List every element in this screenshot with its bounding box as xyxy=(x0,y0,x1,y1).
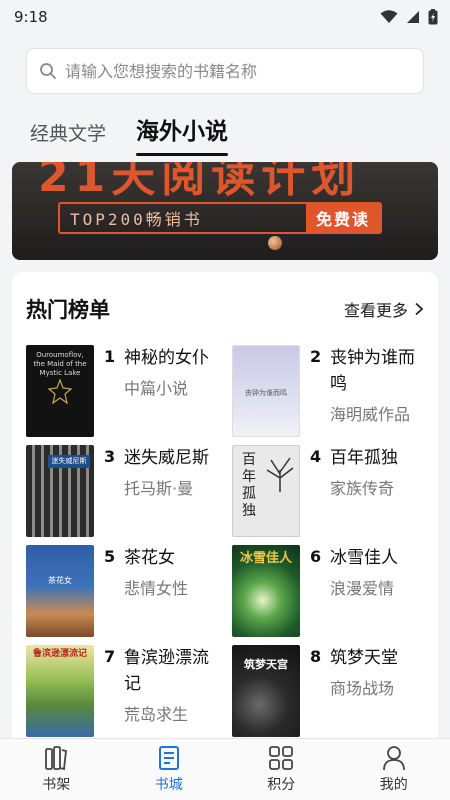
book-subtitle: 家族传奇 xyxy=(330,479,395,498)
rank-number: 6 xyxy=(310,547,322,566)
cover-text: 丧钟为谁而鸣 xyxy=(245,389,287,397)
see-more-label: 查看更多 xyxy=(343,301,408,320)
banner-pill: TOP200畅销书 免费读 xyxy=(58,202,382,234)
cover-text: 茶花女 xyxy=(48,576,72,585)
banner-pill-badge: 免费读 xyxy=(305,204,380,232)
banner-pill-text: TOP200畅销书 xyxy=(70,210,203,229)
book-subtitle: 浪漫爱情 xyxy=(330,579,395,598)
cell-signal-icon xyxy=(407,11,419,23)
battery-icon xyxy=(428,9,438,25)
book-subtitle: 中篇小说 xyxy=(124,379,189,398)
cover-text: 鲁滨逊漂流记 xyxy=(32,649,87,659)
tab-overseas-novels[interactable]: 海外小说 xyxy=(136,112,229,156)
book-cover: 冰雪佳人 xyxy=(232,545,300,637)
book-subtitle: 悲情女性 xyxy=(124,579,189,598)
status-time: 9:18 xyxy=(14,8,48,26)
nav-bookshelf[interactable]: 书架 xyxy=(16,745,96,794)
points-grid-icon xyxy=(269,746,294,770)
book-item[interactable]: Ouroumoflov, the Maid of the Mystic Lake… xyxy=(26,345,226,437)
status-bar: 9:18 xyxy=(0,0,450,34)
wifi-icon xyxy=(380,10,398,23)
rank-number: 5 xyxy=(104,547,116,566)
tab-classic-literature[interactable]: 经典文学 xyxy=(30,119,106,156)
rank-number: 3 xyxy=(104,447,116,466)
bookstore-icon xyxy=(158,746,179,770)
cover-tree-icon xyxy=(266,457,294,492)
book-title: 鲁滨逊漂流记 xyxy=(124,648,209,694)
book-item[interactable]: 迷失威尼斯 3 迷失威尼斯 托马斯·曼 xyxy=(26,445,226,537)
book-item[interactable]: 丧钟为谁而鸣 2 丧钟为谁而鸣 海明威作品 xyxy=(232,345,432,437)
book-item[interactable]: 茶花女 5 茶花女 悲情女性 xyxy=(26,545,226,637)
nav-points[interactable]: 积分 xyxy=(241,745,321,794)
book-item[interactable]: 鲁滨逊漂流记 7 鲁滨逊漂流记 荒岛求生 xyxy=(26,645,226,737)
book-title: 冰雪佳人 xyxy=(330,548,398,568)
cover-text: 筑梦天宫 xyxy=(244,658,288,671)
book-subtitle: 海明威作品 xyxy=(330,405,411,424)
nav-label: 书城 xyxy=(154,777,183,793)
nav-label: 积分 xyxy=(267,777,296,793)
status-icons xyxy=(380,9,438,25)
search-icon xyxy=(40,63,56,79)
book-cover: 丧钟为谁而鸣 xyxy=(232,345,300,437)
book-cover: 百年孤独 xyxy=(232,445,300,537)
hot-list-header: 热门榜单 查看更多 xyxy=(26,294,424,324)
hot-list-card: 热门榜单 查看更多 Ouroumoflov, the Maid of the M… xyxy=(12,272,438,742)
bookshelf-icon xyxy=(45,746,68,771)
rank-number: 2 xyxy=(310,347,322,366)
book-title: 百年孤独 xyxy=(330,448,398,468)
banner-headline: 21天阅读计划 xyxy=(38,162,362,202)
nav-profile[interactable]: 我的 xyxy=(354,745,434,794)
rank-number: 4 xyxy=(310,447,322,466)
search-input[interactable] xyxy=(65,61,395,81)
book-title: 筑梦天堂 xyxy=(330,648,398,668)
see-more-link[interactable]: 查看更多 xyxy=(344,297,424,321)
search-box[interactable] xyxy=(26,48,424,94)
book-item[interactable]: 冰雪佳人 6 冰雪佳人 浪漫爱情 xyxy=(232,545,432,637)
banner-ornament xyxy=(268,236,282,250)
book-title: 神秘的女仆 xyxy=(124,348,209,368)
book-item[interactable]: 筑梦天宫 8 筑梦天堂 商场战场 xyxy=(232,645,432,737)
book-cover: 迷失威尼斯 xyxy=(26,445,94,537)
cover-text: 冰雪佳人 xyxy=(239,551,292,566)
nav-label: 书架 xyxy=(42,777,71,793)
book-item[interactable]: 百年孤独 4 百年孤独 家族传奇 xyxy=(232,445,432,537)
rank-number: 7 xyxy=(104,647,116,666)
book-title: 丧钟为谁而鸣 xyxy=(330,348,415,394)
book-cover: Ouroumoflov, the Maid of the Mystic Lake xyxy=(26,345,94,437)
nav-bookstore[interactable]: 书城 xyxy=(129,745,209,794)
chevron-right-icon xyxy=(415,302,424,316)
book-title: 迷失威尼斯 xyxy=(124,448,209,468)
cover-text: 迷失威尼斯 xyxy=(48,455,90,468)
cover-text: 百年孤独 xyxy=(242,452,256,519)
book-subtitle: 托马斯·曼 xyxy=(124,479,194,498)
cover-text: Ouroumoflov, the Maid of the Mystic Lake xyxy=(33,351,87,377)
book-cover: 茶花女 xyxy=(26,545,94,637)
book-cover: 筑梦天宫 xyxy=(232,645,300,737)
section-title: 热门榜单 xyxy=(26,298,110,322)
cover-emblem-icon xyxy=(48,379,72,405)
book-subtitle: 商场战场 xyxy=(330,679,395,698)
book-subtitle: 荒岛求生 xyxy=(124,705,189,724)
profile-icon xyxy=(382,746,405,771)
search-bar xyxy=(26,48,424,94)
rank-number: 8 xyxy=(310,647,322,666)
book-cover: 鲁滨逊漂流记 xyxy=(26,645,94,737)
book-title: 茶花女 xyxy=(124,548,175,568)
promo-banner[interactable]: 21天阅读计划 TOP200畅销书 免费读 xyxy=(12,162,438,260)
bottom-nav: 书架 书城 积分 我的 xyxy=(0,738,450,800)
rank-number: 1 xyxy=(104,347,116,366)
nav-label: 我的 xyxy=(379,777,408,793)
category-tabs: 经典文学 海外小说 xyxy=(30,110,229,156)
